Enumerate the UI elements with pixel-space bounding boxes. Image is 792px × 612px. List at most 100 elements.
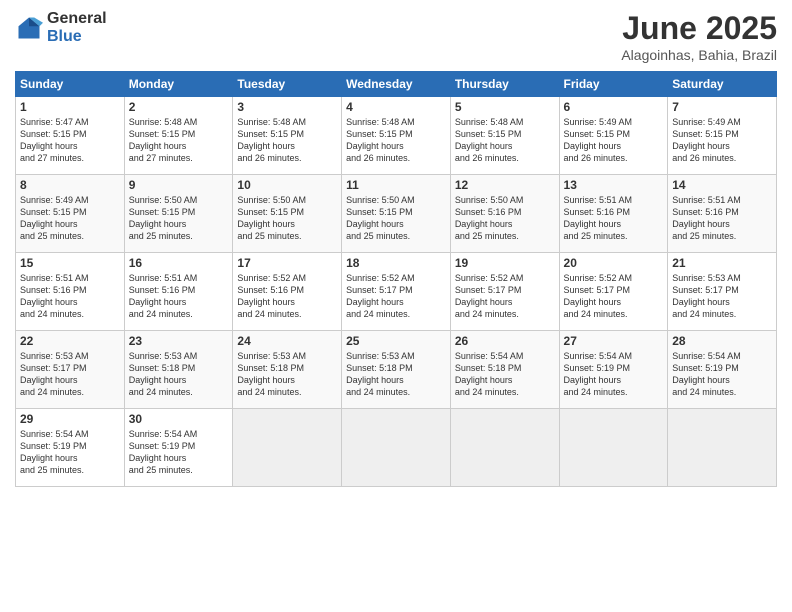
day-number: 17 [237, 256, 337, 270]
calendar-cell: 8 Sunrise: 5:49 AMSunset: 5:15 PMDaylight… [16, 175, 125, 253]
header: General Blue June 2025 Alagoinhas, Bahia… [15, 10, 777, 63]
calendar-cell: 10Sunrise: 5:50 AMSunset: 5:15 PMDayligh… [233, 175, 342, 253]
day-number: 9 [129, 178, 229, 192]
day-info: Sunrise: 5:54 AMSunset: 5:18 PMDaylight … [455, 350, 555, 399]
day-info: Sunrise: 5:49 AMSunset: 5:15 PMDaylight … [20, 194, 120, 243]
day-number: 15 [20, 256, 120, 270]
calendar-cell [342, 409, 451, 487]
day-number: 29 [20, 412, 120, 426]
day-info: Sunrise: 5:54 AMSunset: 5:19 PMDaylight … [564, 350, 664, 399]
day-number: 22 [20, 334, 120, 348]
calendar-week-2: 8 Sunrise: 5:49 AMSunset: 5:15 PMDaylight… [16, 175, 777, 253]
calendar-cell: 3Sunrise: 5:48 AMSunset: 5:15 PMDaylight… [233, 97, 342, 175]
day-info: Sunrise: 5:48 AMSunset: 5:15 PMDaylight … [455, 116, 555, 165]
day-info: Sunrise: 5:54 AMSunset: 5:19 PMDaylight … [20, 428, 120, 477]
header-monday: Monday [124, 72, 233, 97]
logo-blue-text: Blue [47, 28, 107, 46]
day-number: 25 [346, 334, 446, 348]
calendar-cell: 28 Sunrise: 5:54 AMSunset: 5:19 PMDayligh… [668, 331, 777, 409]
day-info: Sunrise: 5:51 AMSunset: 5:16 PMDaylight … [672, 194, 772, 243]
calendar-cell: 30 Sunrise: 5:54 AMSunset: 5:19 PMDayligh… [124, 409, 233, 487]
day-info: Sunrise: 5:52 AMSunset: 5:17 PMDaylight … [455, 272, 555, 321]
logo-general-text: General [47, 10, 107, 28]
header-sunday: Sunday [16, 72, 125, 97]
day-info: Sunrise: 5:47 AMSunset: 5:15 PMDaylight … [20, 116, 120, 165]
calendar-cell: 23 Sunrise: 5:53 AMSunset: 5:18 PMDayligh… [124, 331, 233, 409]
day-number: 28 [672, 334, 772, 348]
day-number: 18 [346, 256, 446, 270]
calendar-cell: 19 Sunrise: 5:52 AMSunset: 5:17 PMDayligh… [450, 253, 559, 331]
calendar-cell: 2 Sunrise: 5:48 AMSunset: 5:15 PMDaylight… [124, 97, 233, 175]
logo-text: General Blue [47, 10, 107, 45]
day-info: Sunrise: 5:49 AMSunset: 5:15 PMDaylight … [564, 116, 664, 165]
calendar-cell: 12 Sunrise: 5:50 AMSunset: 5:16 PMDayligh… [450, 175, 559, 253]
day-number: 30 [129, 412, 229, 426]
day-info: Sunrise: 5:53 AMSunset: 5:17 PMDaylight … [672, 272, 772, 321]
calendar-cell: 13 Sunrise: 5:51 AMSunset: 5:16 PMDayligh… [559, 175, 668, 253]
day-number: 1 [20, 100, 120, 114]
day-info: Sunrise: 5:53 AMSunset: 5:18 PMDaylight … [129, 350, 229, 399]
day-info: Sunrise: 5:54 AMSunset: 5:19 PMDaylight … [672, 350, 772, 399]
title-block: June 2025 Alagoinhas, Bahia, Brazil [621, 10, 777, 63]
day-number: 12 [455, 178, 555, 192]
calendar-cell: 14 Sunrise: 5:51 AMSunset: 5:16 PMDayligh… [668, 175, 777, 253]
day-number: 26 [455, 334, 555, 348]
day-number: 4 [346, 100, 446, 114]
calendar-cell [450, 409, 559, 487]
day-info: Sunrise: 5:51 AMSunset: 5:16 PMDaylight … [20, 272, 120, 321]
logo: General Blue [15, 10, 107, 45]
calendar-cell: 16Sunrise: 5:51 AMSunset: 5:16 PMDayligh… [124, 253, 233, 331]
header-tuesday: Tuesday [233, 72, 342, 97]
day-number: 11 [346, 178, 446, 192]
day-number: 8 [20, 178, 120, 192]
header-saturday: Saturday [668, 72, 777, 97]
calendar-cell [233, 409, 342, 487]
calendar-cell: 27 Sunrise: 5:54 AMSunset: 5:19 PMDayligh… [559, 331, 668, 409]
day-info: Sunrise: 5:50 AMSunset: 5:15 PMDaylight … [129, 194, 229, 243]
day-number: 13 [564, 178, 664, 192]
calendar-cell: 18 Sunrise: 5:52 AMSunset: 5:17 PMDayligh… [342, 253, 451, 331]
calendar-cell: 26 Sunrise: 5:54 AMSunset: 5:18 PMDayligh… [450, 331, 559, 409]
calendar-cell: 7 Sunrise: 5:49 AMSunset: 5:15 PMDaylight… [668, 97, 777, 175]
day-number: 19 [455, 256, 555, 270]
day-info: Sunrise: 5:48 AMSunset: 5:15 PMDaylight … [129, 116, 229, 165]
month-title: June 2025 [621, 10, 777, 47]
day-number: 27 [564, 334, 664, 348]
logo-icon [15, 14, 43, 42]
day-number: 21 [672, 256, 772, 270]
day-number: 5 [455, 100, 555, 114]
calendar-cell: 25 Sunrise: 5:53 AMSunset: 5:18 PMDayligh… [342, 331, 451, 409]
day-info: Sunrise: 5:54 AMSunset: 5:19 PMDaylight … [129, 428, 229, 477]
day-number: 6 [564, 100, 664, 114]
calendar-cell: 29 Sunrise: 5:54 AMSunset: 5:19 PMDayligh… [16, 409, 125, 487]
calendar-cell: 15 Sunrise: 5:51 AMSunset: 5:16 PMDayligh… [16, 253, 125, 331]
day-number: 7 [672, 100, 772, 114]
calendar-cell: 1 Sunrise: 5:47 AMSunset: 5:15 PMDaylight… [16, 97, 125, 175]
day-number: 14 [672, 178, 772, 192]
calendar-cell [559, 409, 668, 487]
day-number: 3 [237, 100, 337, 114]
day-info: Sunrise: 5:52 AMSunset: 5:16 PMDaylight … [237, 272, 337, 321]
day-info: Sunrise: 5:50 AMSunset: 5:16 PMDaylight … [455, 194, 555, 243]
calendar-header-row: SundayMondayTuesdayWednesdayThursdayFrid… [16, 72, 777, 97]
calendar-cell [668, 409, 777, 487]
calendar-cell: 20Sunrise: 5:52 AMSunset: 5:17 PMDayligh… [559, 253, 668, 331]
day-info: Sunrise: 5:53 AMSunset: 5:18 PMDaylight … [346, 350, 446, 399]
page: General Blue June 2025 Alagoinhas, Bahia… [0, 0, 792, 612]
day-info: Sunrise: 5:50 AMSunset: 5:15 PMDaylight … [237, 194, 337, 243]
day-info: Sunrise: 5:52 AMSunset: 5:17 PMDaylight … [346, 272, 446, 321]
header-thursday: Thursday [450, 72, 559, 97]
calendar-week-1: 1 Sunrise: 5:47 AMSunset: 5:15 PMDaylight… [16, 97, 777, 175]
day-info: Sunrise: 5:49 AMSunset: 5:15 PMDaylight … [672, 116, 772, 165]
day-info: Sunrise: 5:51 AMSunset: 5:16 PMDaylight … [564, 194, 664, 243]
calendar-table: SundayMondayTuesdayWednesdayThursdayFrid… [15, 71, 777, 487]
calendar-week-4: 22Sunrise: 5:53 AMSunset: 5:17 PMDayligh… [16, 331, 777, 409]
calendar-cell: 21 Sunrise: 5:53 AMSunset: 5:17 PMDayligh… [668, 253, 777, 331]
calendar-cell: 4 Sunrise: 5:48 AMSunset: 5:15 PMDaylight… [342, 97, 451, 175]
calendar-cell: 11 Sunrise: 5:50 AMSunset: 5:15 PMDayligh… [342, 175, 451, 253]
calendar-cell: 22Sunrise: 5:53 AMSunset: 5:17 PMDayligh… [16, 331, 125, 409]
day-info: Sunrise: 5:50 AMSunset: 5:15 PMDaylight … [346, 194, 446, 243]
day-number: 2 [129, 100, 229, 114]
day-info: Sunrise: 5:48 AMSunset: 5:15 PMDaylight … [346, 116, 446, 165]
day-number: 23 [129, 334, 229, 348]
